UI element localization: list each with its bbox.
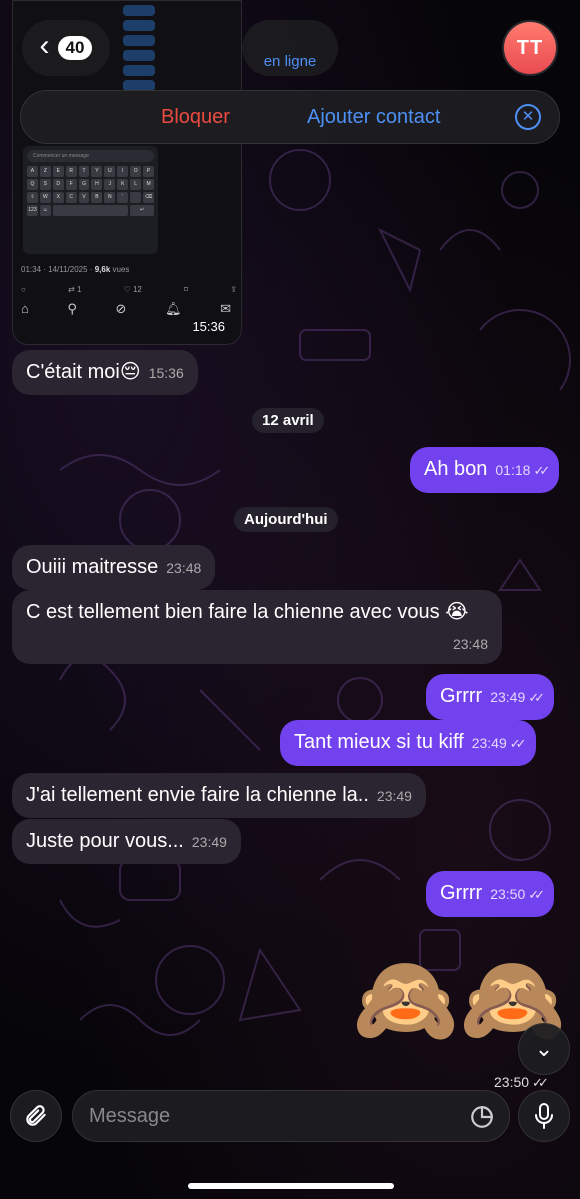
repost-icon: ⇄ 1 bbox=[68, 285, 82, 294]
message-bubble-incoming[interactable]: C'était moi😔 15:36 bbox=[12, 350, 198, 395]
message-text: C'était moi😔 bbox=[26, 361, 141, 383]
date-separator: 12 avril bbox=[252, 408, 324, 433]
message-time: 23:49 bbox=[471, 735, 507, 751]
message-bubble-outgoing[interactable]: Tant mieux si tu kiff 23:49 ✓✓ bbox=[280, 720, 536, 766]
read-ticks-icon: ✓✓ bbox=[528, 887, 545, 902]
home-icon: ⌂ bbox=[21, 301, 29, 316]
messages-icon: ✉︎ bbox=[220, 301, 231, 316]
message-time: 23:49 bbox=[490, 689, 526, 705]
avatar-initials: TT bbox=[516, 36, 544, 59]
unread-count-badge: 40 bbox=[57, 36, 93, 60]
message-bubble-incoming[interactable]: J'ai tellement envie faire la chienne la… bbox=[12, 773, 426, 818]
message-bubble-outgoing[interactable]: Grrrr 23:50 ✓✓ bbox=[426, 871, 555, 917]
message-bubble-incoming[interactable]: C est tellement bien faire la chienne av… bbox=[12, 590, 502, 664]
read-ticks-icon: ✓✓ bbox=[509, 736, 527, 751]
message-input-placeholder: Message bbox=[89, 1104, 171, 1127]
back-button[interactable]: ‹ 40 bbox=[22, 20, 110, 76]
message-bubble-incoming[interactable]: Juste pour vous... 23:49 bbox=[12, 819, 241, 864]
message-text: Ouiii maitresse bbox=[26, 556, 159, 578]
notification-icon: 🔔︎ bbox=[164, 301, 182, 316]
message-text: Tant mieux si tu kiff bbox=[294, 731, 464, 753]
date-separator: Aujourd'hui bbox=[234, 507, 338, 532]
screenshot-post-meta: 01:34 · 14/11/2025 · 9,6k vues bbox=[21, 265, 130, 274]
screenshot-tab-bar: ⌂ ⚲ ⊘ 🔔︎ ✉︎ bbox=[21, 301, 231, 317]
message-time: 23:50 bbox=[490, 886, 526, 902]
comment-icon: ○ bbox=[21, 285, 26, 294]
paperclip-icon bbox=[26, 1105, 46, 1126]
scroll-to-bottom-button[interactable]: ⌄ bbox=[518, 1023, 570, 1075]
like-icon: ♡ 12 bbox=[123, 285, 142, 294]
chevron-left-icon: ‹ bbox=[39, 29, 50, 62]
contact-avatar[interactable]: TT bbox=[502, 20, 558, 76]
voice-message-button[interactable] bbox=[518, 1090, 570, 1142]
home-indicator bbox=[188, 1183, 394, 1189]
message-bubble-outgoing[interactable]: Grrrr 23:49 ✓✓ bbox=[426, 674, 555, 720]
message-text: Ah bon bbox=[424, 458, 488, 480]
online-status-text: en ligne bbox=[263, 53, 317, 70]
share-icon: ⇪ bbox=[230, 285, 237, 294]
message-time: 23:49 bbox=[191, 834, 227, 850]
message-time: 23:48 bbox=[452, 636, 488, 652]
screenshot-chat-preview bbox=[123, 1, 155, 101]
contact-action-bar: Bloquer Ajouter contact ✕ bbox=[20, 90, 560, 144]
message-bubble-incoming[interactable]: Ouiii maitresse 23:48 bbox=[12, 545, 216, 590]
message-time: 23:50 ✓✓ bbox=[494, 1074, 549, 1090]
read-ticks-icon: ✓✓ bbox=[528, 690, 545, 705]
close-icon[interactable]: ✕ bbox=[515, 104, 541, 130]
message-text: Grrrr bbox=[440, 685, 483, 707]
screenshot-post-actions: ○ ⇄ 1 ♡ 12 ⌑ ⇪ bbox=[21, 285, 241, 294]
bookmark-icon: ⌑ bbox=[184, 285, 189, 294]
message-time: 15:36 bbox=[192, 319, 225, 334]
chevron-down-icon: ⌄ bbox=[534, 1036, 554, 1061]
message-time: 01:18 bbox=[495, 462, 531, 478]
screenshot-keyboard: Commencer un message AZERTYUIOP QSDFGHJK… bbox=[23, 146, 158, 254]
contact-status[interactable]: en ligne bbox=[242, 20, 338, 76]
search-icon: ⚲ bbox=[67, 301, 77, 316]
sticker-icon[interactable] bbox=[469, 1104, 495, 1130]
add-contact-button[interactable]: Ajouter contact bbox=[307, 106, 440, 129]
message-time: 15:36 bbox=[148, 365, 184, 381]
message-text: Grrrr bbox=[440, 882, 483, 904]
microphone-icon bbox=[535, 1103, 553, 1129]
grok-icon: ⊘ bbox=[115, 301, 127, 316]
message-time: 23:48 bbox=[166, 560, 202, 576]
message-text: C est tellement bien faire la chienne av… bbox=[26, 601, 469, 623]
block-button[interactable]: Bloquer bbox=[161, 106, 230, 129]
message-text: J'ai tellement envie faire la chienne la… bbox=[26, 784, 369, 806]
message-text: Juste pour vous... bbox=[26, 830, 184, 852]
read-ticks-icon: ✓✓ bbox=[532, 1075, 549, 1090]
message-input[interactable]: Message bbox=[72, 1090, 510, 1142]
read-ticks-icon: ✓✓ bbox=[533, 463, 550, 478]
message-time: 23:49 bbox=[376, 788, 412, 804]
screenshot-message-field: Commencer un message bbox=[27, 150, 154, 162]
message-bubble-outgoing[interactable]: Ah bon 01:18 ✓✓ bbox=[410, 447, 560, 493]
attach-button[interactable] bbox=[10, 1090, 62, 1142]
